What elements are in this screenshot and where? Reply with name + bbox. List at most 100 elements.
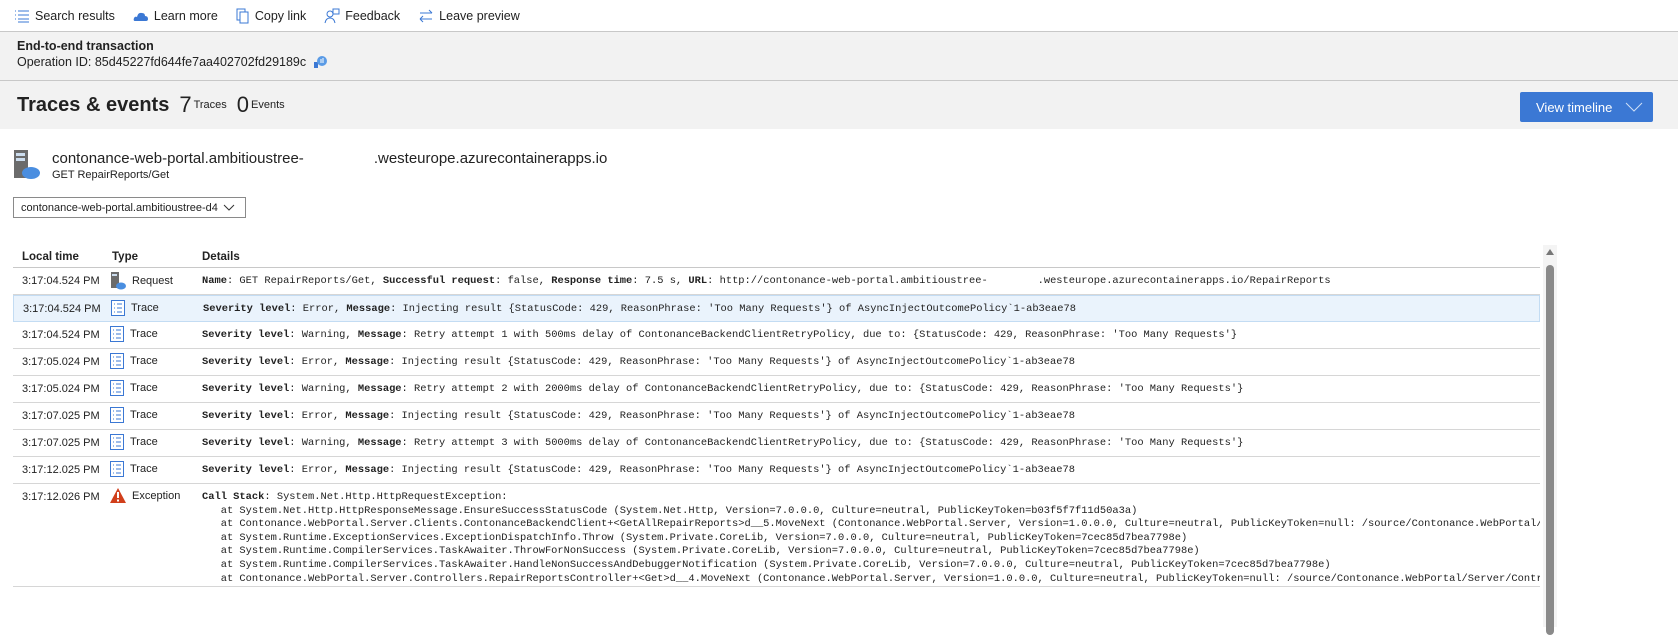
detail-value: : Injecting result {StatusCode: 429, Rea… [389,464,1075,476]
learn-more-label: Learn more [153,8,218,23]
server-cloud-icon [14,150,40,179]
row-details: Severity level: Error, Message: Injectin… [202,403,1540,424]
feedback-label: Feedback [345,8,401,23]
detail-key: Severity level [203,303,291,315]
table-row[interactable]: 3:17:07.025 PM Trace Severity level: Warni… [13,430,1540,457]
view-timeline-button[interactable]: View timeline [1520,92,1653,122]
row-type: Trace [130,355,158,367]
column-type[interactable]: Type [110,251,202,263]
leave-preview-button[interactable]: Leave preview [418,9,520,23]
row-time: 3:17:04.524 PM [23,303,101,315]
events-label: Events [251,99,285,111]
warning-icon [110,488,126,503]
chevron-down-icon [1625,102,1643,112]
copy-icon [236,8,249,23]
row-details: Call Stack: System.Net.Http.HttpRequestE… [202,484,1540,586]
detail-value: : System.Net.Http.HttpRequestException: … [220,491,1540,585]
row-time: 3:17:12.025 PM [22,464,100,476]
operation-id: Operation ID: 85d45227fd644fe7aa402702fd… [17,55,307,69]
trace-icon [110,461,124,477]
row-details: Severity level: Error, Message: Injectin… [202,349,1540,370]
component-name-part2: .westeurope.azurecontainerapps.io [373,150,608,167]
detail-key: Message [345,464,390,476]
events-table: Local time Type Details 3:17:04.524 PM Re… [13,246,1540,588]
detail-key: Call Stack [202,491,265,503]
detail-value: : http://contonance-web-portal.ambitious… [707,275,1331,287]
detail-key: Message [357,437,402,449]
table-row[interactable]: 3:17:04.524 PM Trace Severity level: Warni… [13,322,1540,349]
row-time: 3:17:07.025 PM [22,437,100,449]
detail-key: Severity level [202,356,290,368]
component-dropdown[interactable]: contonance-web-portal.ambitioustree-d4 [13,197,246,218]
row-type: Trace [130,436,158,448]
detail-value: : Warning, [289,383,358,395]
events-count: 0 [236,92,250,117]
row-time: 3:17:12.026 PM [22,491,100,503]
detail-value: : false, [495,275,552,287]
detail-key: Message [345,410,390,422]
row-details: Severity level: Warning, Message: Retry … [202,322,1540,343]
row-type: Trace [130,409,158,421]
component-header: contonance-web-portal.ambitioustree- .wes… [14,150,607,181]
copy-link-label: Copy link [254,8,307,23]
detail-key: Severity level [202,410,290,422]
vertical-scrollbar[interactable] [1543,245,1557,635]
row-details: Severity level: Error, Message: Injectin… [202,457,1540,478]
analytics-icon[interactable] [313,55,328,69]
detail-key: Message [346,303,391,315]
view-timeline-label: View timeline [1536,99,1613,115]
cloud-icon [133,12,148,21]
table-row[interactable]: 3:17:04.524 PM Trace Severity level: Error… [13,295,1540,322]
detail-value: : Injecting result {StatusCode: 429, Rea… [389,356,1075,368]
detail-value: : Retry attempt 1 with 500ms delay of Co… [401,329,1238,341]
column-local-time[interactable]: Local time [13,251,110,263]
leave-preview-label: Leave preview [439,8,520,23]
list-icon [15,10,29,22]
detail-value: : Error, [289,356,346,368]
detail-key: Severity level [202,437,290,449]
detail-key: Severity level [202,464,290,476]
row-type: Trace [131,302,159,314]
detail-value: : Error, [290,303,347,315]
row-type: Trace [130,328,158,340]
row-time: 3:17:04.524 PM [22,329,100,341]
table-row[interactable]: 3:17:12.025 PM Trace Severity level: Error… [13,457,1540,484]
trace-icon [110,434,124,450]
trace-icon [110,353,124,369]
row-details: Severity level: Error, Message: Injectin… [203,296,1539,317]
transaction-title: End-to-end transaction [17,39,154,53]
row-details: Severity level: Warning, Message: Retry … [202,430,1540,451]
detail-value: : Injecting result {StatusCode: 429, Rea… [390,303,1076,315]
row-time: 3:17:05.024 PM [22,356,100,368]
scroll-up-arrow[interactable] [1546,249,1554,255]
component-dropdown-value: contonance-web-portal.ambitioustree-d4 [21,201,218,214]
detail-key: Message [357,383,402,395]
transaction-header: End-to-end transaction Operation ID: 85d… [0,32,1678,81]
column-details[interactable]: Details [202,251,240,263]
scrollbar-thumb[interactable] [1546,265,1554,635]
search-results-button[interactable]: Search results [14,9,115,23]
trace-icon [110,407,124,423]
component-name-part1: contonance-web-portal.ambitioustree- [52,150,304,167]
traces-events-bar: Traces & events 7 Traces 0 Events View t… [0,81,1678,129]
detail-value: : Warning, [289,329,358,341]
detail-value: : Retry attempt 2 with 2000ms delay of C… [401,383,1244,395]
detail-key: Message [357,329,402,341]
component-operation: GET RepairReports/Get [52,169,170,181]
table-row[interactable]: 3:17:12.026 PM Exception Call Stack: Syste… [13,484,1540,588]
row-type: Trace [130,463,158,475]
table-row[interactable]: 3:17:05.024 PM Trace Severity level: Warni… [13,376,1540,403]
table-row[interactable]: 3:17:05.024 PM Trace Severity level: Error… [13,349,1540,376]
detail-value: : Error, [289,464,346,476]
detail-key: Successful request [382,275,496,287]
feedback-button[interactable]: Feedback [324,8,400,24]
table-row[interactable]: 3:17:07.025 PM Trace Severity level: Error… [13,403,1540,430]
row-time: 3:17:04.524 PM [22,275,100,287]
copy-link-button[interactable]: Copy link [236,8,306,24]
table-header: Local time Type Details [13,246,1540,268]
learn-more-button[interactable]: Learn more [133,9,218,23]
switch-icon [419,9,433,22]
request-icon [110,272,126,290]
row-type: Trace [130,382,158,394]
table-row[interactable]: 3:17:04.524 PM Request Name: GET RepairRep… [13,268,1540,295]
